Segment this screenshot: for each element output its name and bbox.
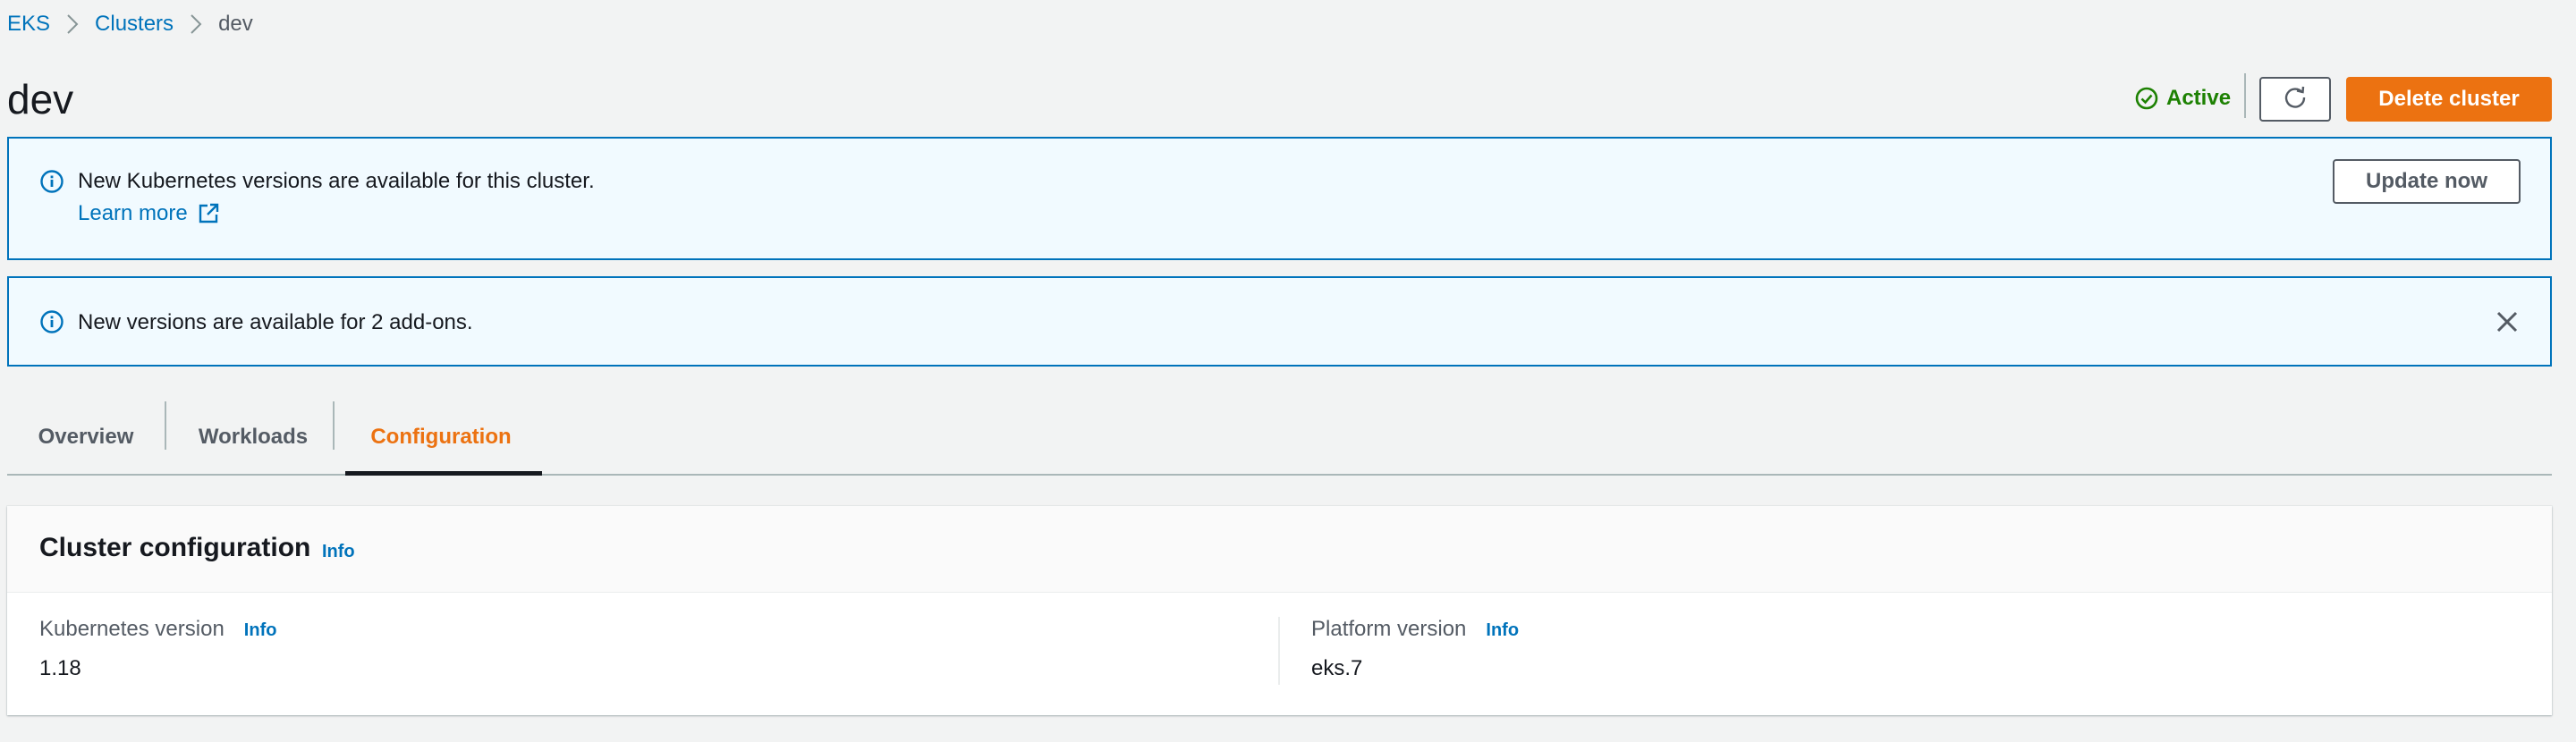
alert-message: New versions are available for 2 add-ons…	[78, 310, 473, 334]
breadcrumb-link-clusters[interactable]: Clusters	[95, 12, 174, 37]
breadcrumb-link-eks[interactable]: EKS	[7, 12, 50, 37]
panel-title: Cluster configuration	[39, 533, 311, 562]
check-circle-icon	[2134, 86, 2159, 111]
learn-more-label: Learn more	[78, 201, 188, 225]
kubernetes-version-label: Kubernetes version	[39, 617, 225, 641]
platform-version-field: Platform version Info eks.7	[1311, 617, 1519, 681]
platform-version-info-link[interactable]: Info	[1486, 620, 1519, 641]
delete-cluster-button[interactable]: Delete cluster	[2346, 77, 2552, 122]
tab-configuration[interactable]: Configuration	[340, 401, 542, 476]
tab-overview[interactable]: Overview	[7, 401, 165, 474]
tab-divider	[333, 401, 335, 450]
refresh-icon	[2282, 84, 2309, 115]
header-divider	[2244, 73, 2246, 118]
breadcrumb: EKS Clusters dev	[7, 11, 253, 38]
kubernetes-version-field: Kubernetes version Info 1.18	[39, 617, 276, 681]
kubernetes-version-alert: New Kubernetes versions are available fo…	[7, 137, 2552, 260]
column-divider	[1278, 617, 1280, 685]
page-title: dev	[7, 76, 74, 122]
dismiss-button[interactable]	[2492, 307, 2522, 337]
external-link-icon	[199, 203, 218, 223]
close-icon	[2496, 311, 2518, 333]
info-circle-icon	[39, 169, 64, 194]
status-indicator: Active	[2134, 83, 2231, 114]
breadcrumb-current: dev	[218, 12, 253, 36]
platform-version-label: Platform version	[1311, 617, 1467, 641]
chevron-right-icon	[50, 13, 95, 35]
info-circle-icon	[39, 309, 64, 334]
addons-version-alert: New versions are available for 2 add-ons…	[7, 276, 2552, 367]
learn-more-link[interactable]: Learn more	[78, 201, 220, 226]
cluster-configuration-panel: Cluster configuration Info Kubernetes ve…	[7, 506, 2552, 715]
platform-version-value: eks.7	[1311, 656, 1363, 680]
panel-header: Cluster configuration Info	[7, 506, 2552, 593]
status-text: Active	[2166, 86, 2232, 110]
kubernetes-version-info-link[interactable]: Info	[244, 620, 277, 641]
kubernetes-version-value: 1.18	[39, 656, 81, 680]
chevron-right-icon	[174, 13, 218, 35]
cluster-configuration-info-link[interactable]: Info	[322, 542, 355, 562]
update-now-button[interactable]: Update now	[2333, 159, 2521, 204]
tab-workloads[interactable]: Workloads	[166, 401, 340, 474]
tab-bar: Overview Workloads Configuration	[7, 401, 2552, 476]
refresh-button[interactable]	[2259, 77, 2331, 122]
alert-message: New Kubernetes versions are available fo…	[78, 169, 595, 193]
